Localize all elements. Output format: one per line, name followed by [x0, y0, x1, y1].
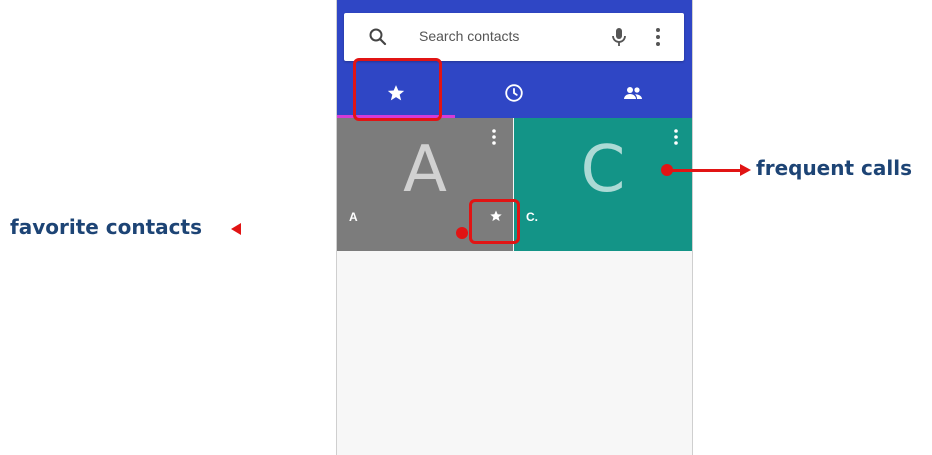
mic-icon[interactable] — [607, 25, 631, 49]
people-icon — [624, 87, 642, 99]
empty-list-area — [337, 251, 692, 455]
arrow-left-icon — [231, 223, 241, 235]
more-vert-icon[interactable] — [646, 25, 670, 49]
tile-name: C. — [526, 210, 538, 224]
search-icon[interactable] — [366, 25, 390, 49]
favorite-contacts-label: favorite contacts — [10, 215, 202, 239]
star-highlight — [469, 199, 520, 244]
tab-recents[interactable] — [455, 68, 573, 118]
favorite-pointer-dot — [456, 227, 468, 239]
tab-contacts[interactable] — [574, 68, 692, 118]
tile-initial: A — [403, 133, 447, 207]
more-vert-icon[interactable] — [488, 128, 500, 146]
favorite-tile-c[interactable]: C C. — [514, 118, 692, 251]
search-placeholder[interactable]: Search contacts — [419, 28, 519, 44]
tile-name: A — [349, 210, 358, 224]
frequent-calls-label: frequent calls — [756, 156, 912, 180]
arrow-right-icon — [740, 164, 751, 176]
search-bar[interactable]: Search contacts — [344, 13, 684, 61]
frequent-pointer-line — [668, 169, 741, 172]
favorites-tab-highlight — [353, 58, 442, 121]
clock-icon — [505, 84, 523, 102]
more-vert-icon[interactable] — [670, 128, 682, 146]
